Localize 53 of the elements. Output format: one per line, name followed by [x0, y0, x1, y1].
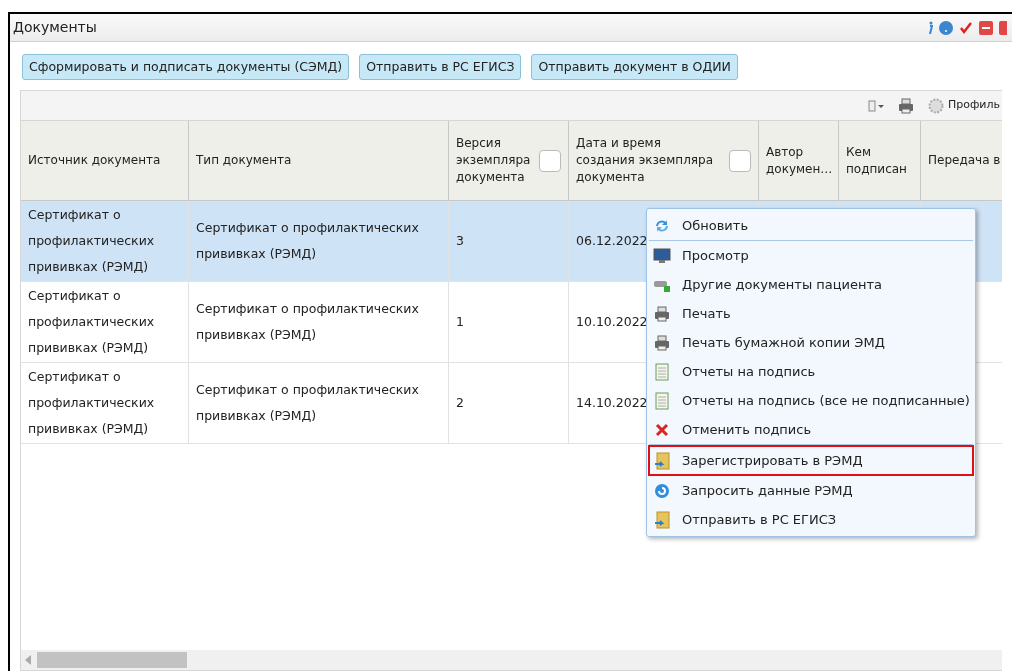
cross-icon: [655, 422, 669, 437]
table-cell-text: Сертификат о профилактических прививках (РЭМД): [196, 219, 420, 263]
column-header[interactable]: Передача в: [921, 121, 1012, 200]
scrollbar-thumb[interactable]: [37, 652, 187, 668]
refresh-icon: [654, 217, 670, 234]
header-checkbox[interactable]: [539, 149, 561, 172]
columns-icon[interactable]: [867, 99, 884, 112]
printer-icon: [654, 305, 670, 322]
menu-item[interactable]: Просмотр: [649, 241, 973, 270]
table-cell-text: 1: [456, 313, 464, 331]
table-cell-text: 10.10.2022: [576, 313, 648, 331]
table-cell-text: 2: [456, 394, 464, 412]
menu-item[interactable]: Печать бумажной копии ЭМД: [649, 328, 973, 357]
table-cell-text: Сертификат о профилактических прививках (РЭМД): [28, 368, 156, 438]
gear-icon: [927, 97, 944, 114]
column-header[interactable]: Автор докумен…: [759, 121, 839, 200]
header-checkbox[interactable]: [729, 149, 751, 172]
table-cell-text: Сертификат о профилактических прививках (РЭМД): [196, 300, 420, 344]
report-icon: [655, 391, 669, 410]
menu-item[interactable]: Отчеты на подпись (все не подписанные): [649, 386, 973, 415]
minimize-icon[interactable]: [979, 20, 993, 35]
table-cell-text: Сертификат о профилактических прививках (РЭМД): [28, 206, 156, 276]
action-button[interactable]: Отправить в РС ЕГИСЗ: [359, 54, 522, 80]
table-cell-text: Сертификат о профилактических прививках (РЭМД): [196, 381, 420, 425]
menu-item[interactable]: Запросить данные РЭМД: [649, 476, 973, 505]
menu-item[interactable]: Печать: [649, 299, 973, 328]
profile-button[interactable]: Профиль: [927, 97, 1000, 114]
table-cell-text: Сертификат о профилактических прививках (РЭМД): [28, 287, 156, 357]
column-header[interactable]: Дата и время создания экземпляра документа: [569, 121, 759, 200]
table-cell-text: 06.12.2022: [576, 232, 648, 250]
scroll-left-icon[interactable]: [25, 655, 31, 665]
help-icon[interactable]: [939, 20, 953, 35]
check-icon[interactable]: [959, 20, 973, 35]
close-icon[interactable]: [999, 20, 1007, 35]
action-button[interactable]: Отправить документ в ОДИИ: [531, 54, 738, 80]
table-cell-text: 14.10.2022: [576, 394, 648, 412]
window-title: Документы: [13, 18, 97, 37]
menu-item[interactable]: Отправить в РС ЕГИСЗ: [649, 505, 973, 534]
printer-icon[interactable]: [897, 97, 914, 114]
menu-item[interactable]: Зарегистрировать в РЭМД: [649, 446, 973, 475]
report-icon: [655, 362, 669, 381]
refresh-icon: [654, 482, 670, 499]
action-button[interactable]: Сформировать и подписать документы (СЭМД): [22, 54, 350, 80]
monitor-icon: [653, 247, 671, 264]
column-header[interactable]: Кем подписан: [839, 121, 921, 200]
printer-icon: [654, 334, 670, 351]
menu-item[interactable]: Отменить подпись: [649, 415, 973, 444]
menu-item[interactable]: Обновить: [649, 211, 973, 240]
table-cell-text: 3: [456, 232, 464, 250]
info-icon[interactable]: [927, 20, 933, 35]
column-header[interactable]: Тип документа: [189, 121, 449, 200]
column-header[interactable]: Версия экземпляра документа: [449, 121, 569, 200]
column-header[interactable]: Источник документа: [21, 121, 189, 200]
